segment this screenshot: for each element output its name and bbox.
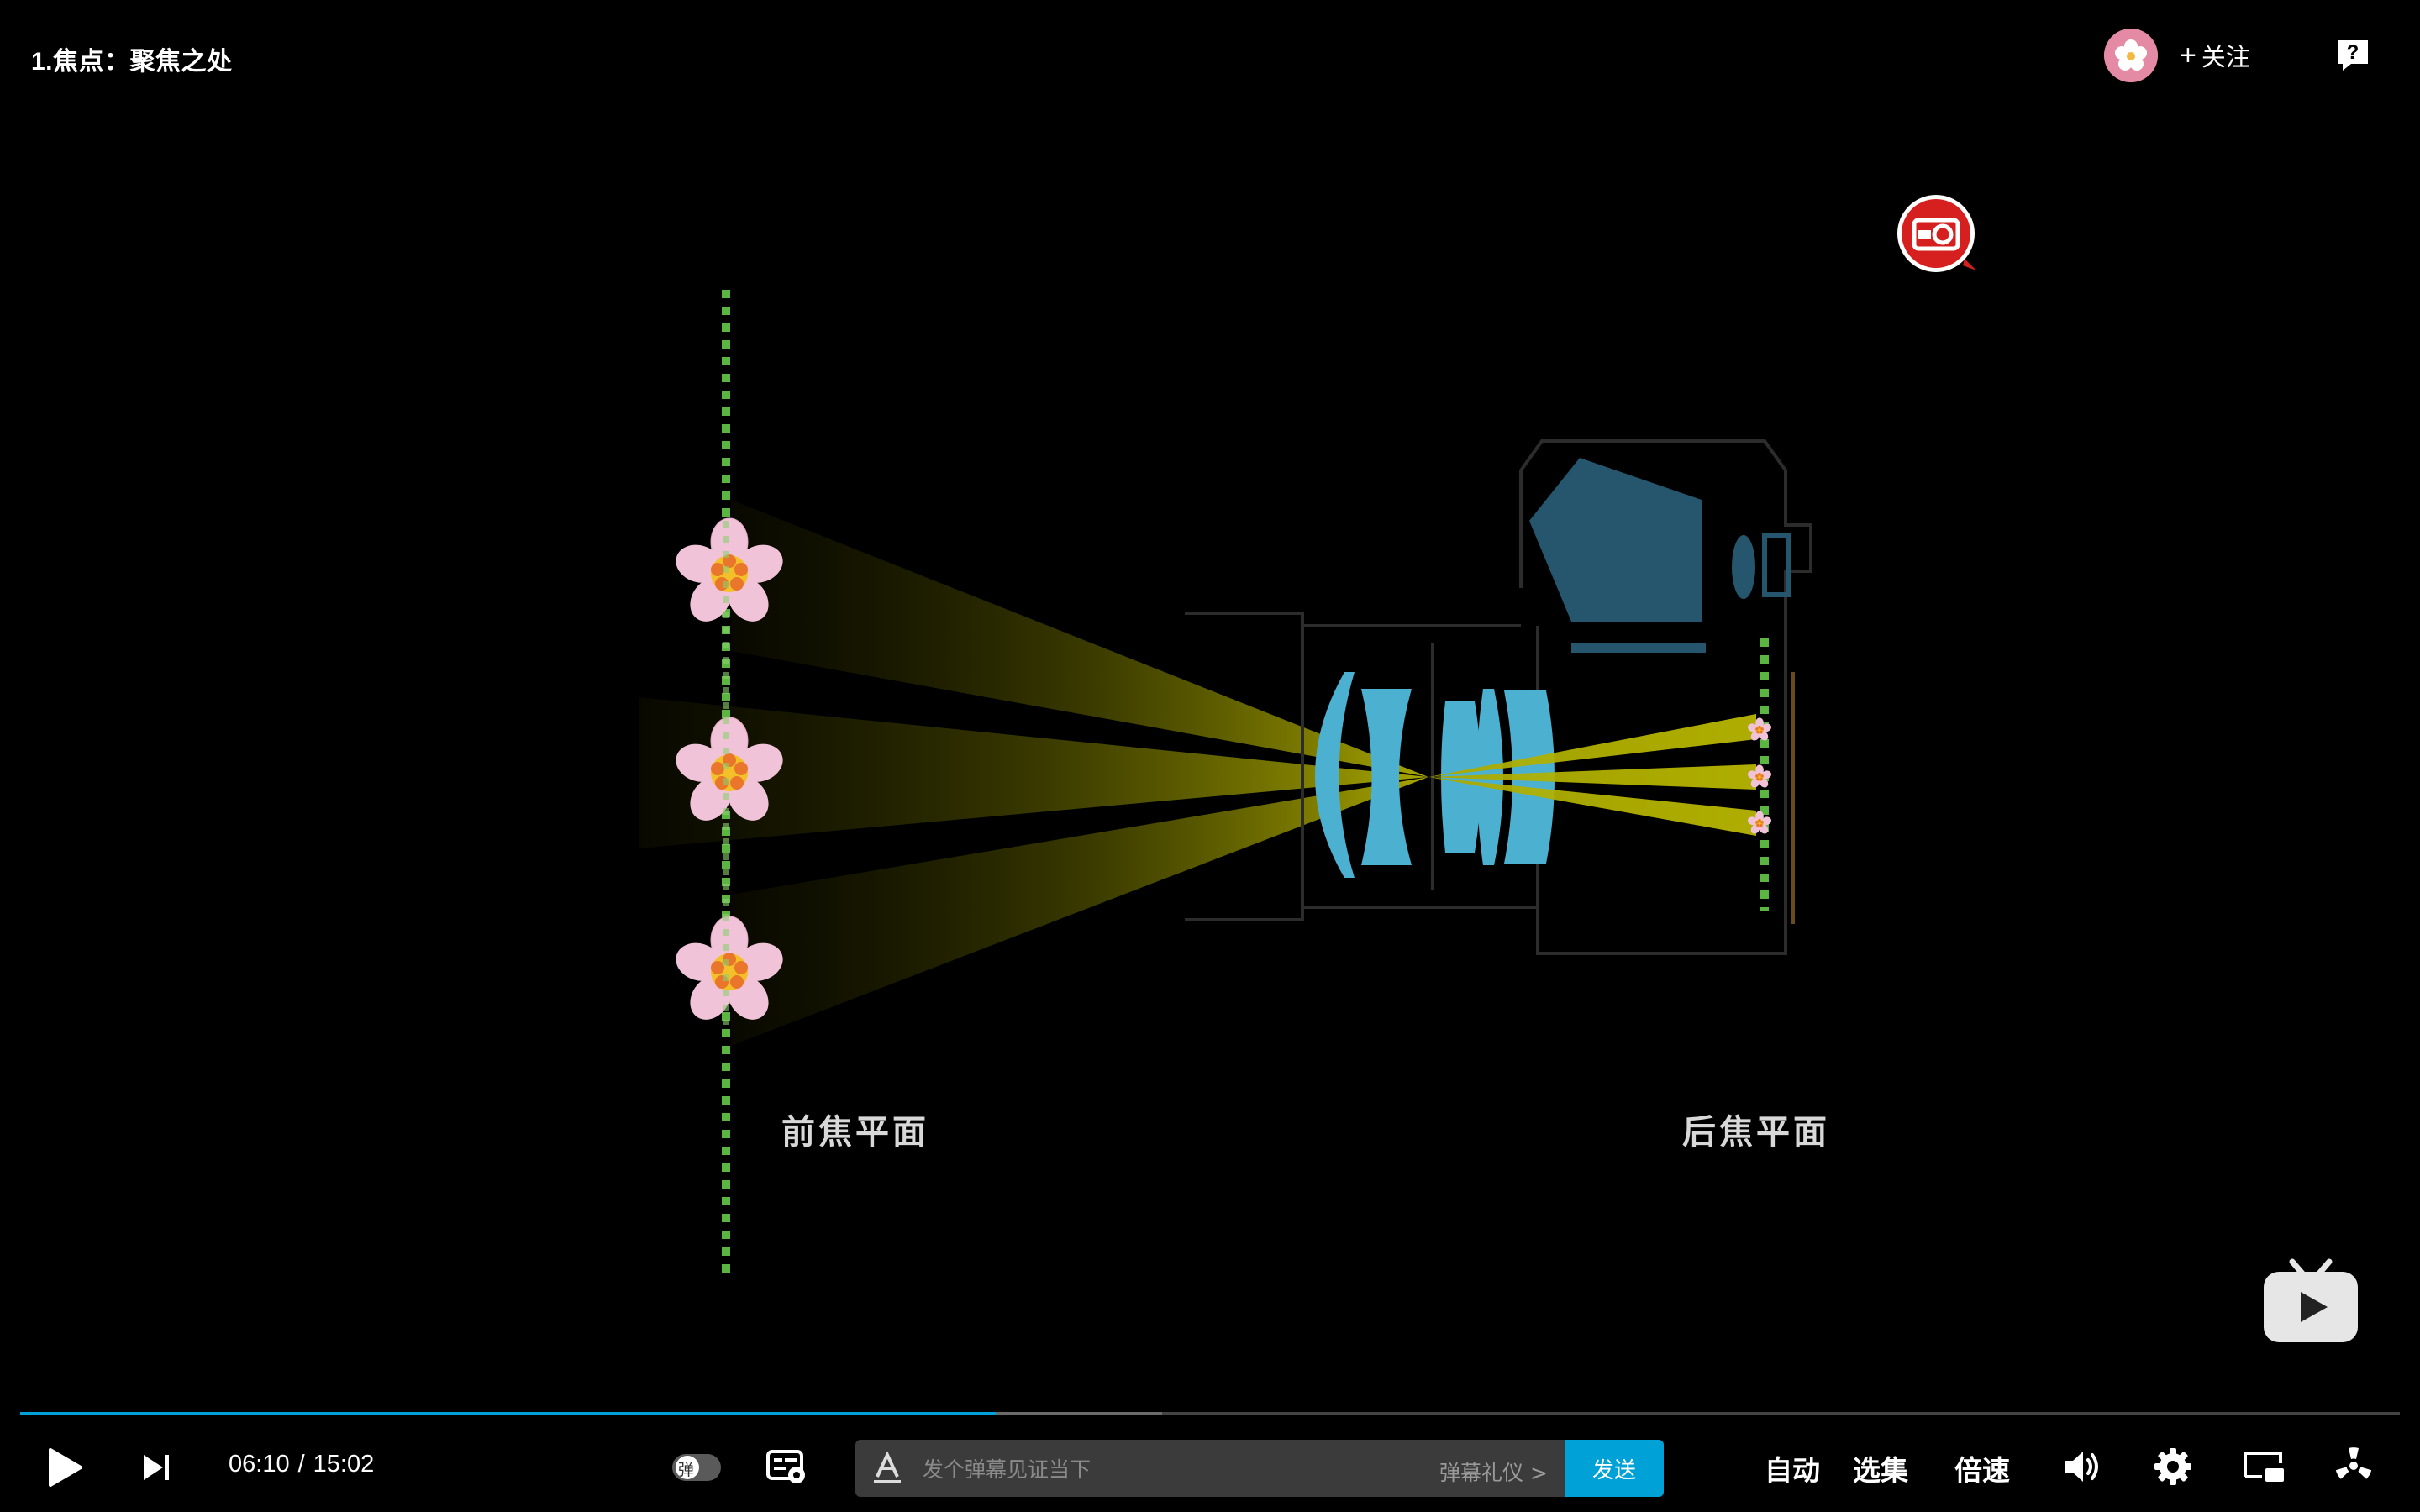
screenshot-button[interactable] (1896, 193, 1980, 277)
next-button[interactable] (141, 1452, 171, 1487)
gear-icon (2154, 1448, 2191, 1485)
settings-button[interactable] (2153, 1446, 2193, 1491)
fullscreen-button[interactable] (2333, 1445, 2375, 1491)
fullscreen-icon (2335, 1447, 2372, 1479)
danmaku-style-button[interactable] (871, 1451, 904, 1489)
duration: 15:02 (313, 1451, 375, 1478)
bilibili-tv-logo (2260, 1255, 2361, 1347)
next-icon (144, 1455, 169, 1480)
current-time: 06:10 (229, 1451, 290, 1478)
video-frame[interactable]: 前焦平面 后焦平面 (0, 0, 2420, 1403)
volume-button[interactable] (2062, 1446, 2102, 1491)
mirror (1571, 643, 1706, 653)
pentaprism (1529, 458, 1702, 622)
back-focal-plane-label: 后焦平面 (1682, 1112, 1830, 1152)
font-style-icon (874, 1451, 901, 1483)
danmaku-input-box: 弹幕礼仪 > 发送 (855, 1440, 1664, 1497)
danmaku-toggle-glyph: 弹 (678, 1461, 695, 1479)
time-display: 06:10 / 15:02 (229, 1451, 374, 1478)
danmaku-input[interactable] (921, 1440, 1428, 1497)
focus-diagram (639, 290, 1812, 1273)
picture-in-picture-button[interactable] (2242, 1448, 2286, 1489)
play-button[interactable] (45, 1446, 84, 1493)
time-separator: / (297, 1451, 305, 1478)
progress-played (20, 1412, 997, 1415)
tv-play-icon (2264, 1258, 2358, 1342)
volume-icon (2065, 1452, 2098, 1482)
episodes-button[interactable]: 选集 (1853, 1448, 1908, 1488)
speed-button[interactable]: 倍速 (1954, 1448, 2010, 1488)
send-button[interactable]: 发送 (1565, 1440, 1664, 1497)
danmaku-settings-icon (766, 1450, 805, 1483)
danmaku-toggle[interactable]: 弹 (671, 1452, 723, 1483)
auto-quality-button[interactable]: 自动 (1765, 1448, 1820, 1488)
pip-icon (2244, 1452, 2284, 1482)
camera-body (1185, 439, 1812, 955)
eyepiece-lens (1732, 535, 1755, 599)
play-icon (49, 1448, 82, 1487)
camera-badge-icon (1897, 195, 1976, 272)
front-focal-plane-label: 前焦平面 (781, 1112, 929, 1152)
sensor (1791, 672, 1795, 924)
danmaku-settings-button[interactable] (766, 1448, 808, 1491)
danmaku-etiquette-link[interactable]: 弹幕礼仪 > (1439, 1457, 1548, 1487)
progress-bar[interactable] (20, 1412, 2400, 1415)
